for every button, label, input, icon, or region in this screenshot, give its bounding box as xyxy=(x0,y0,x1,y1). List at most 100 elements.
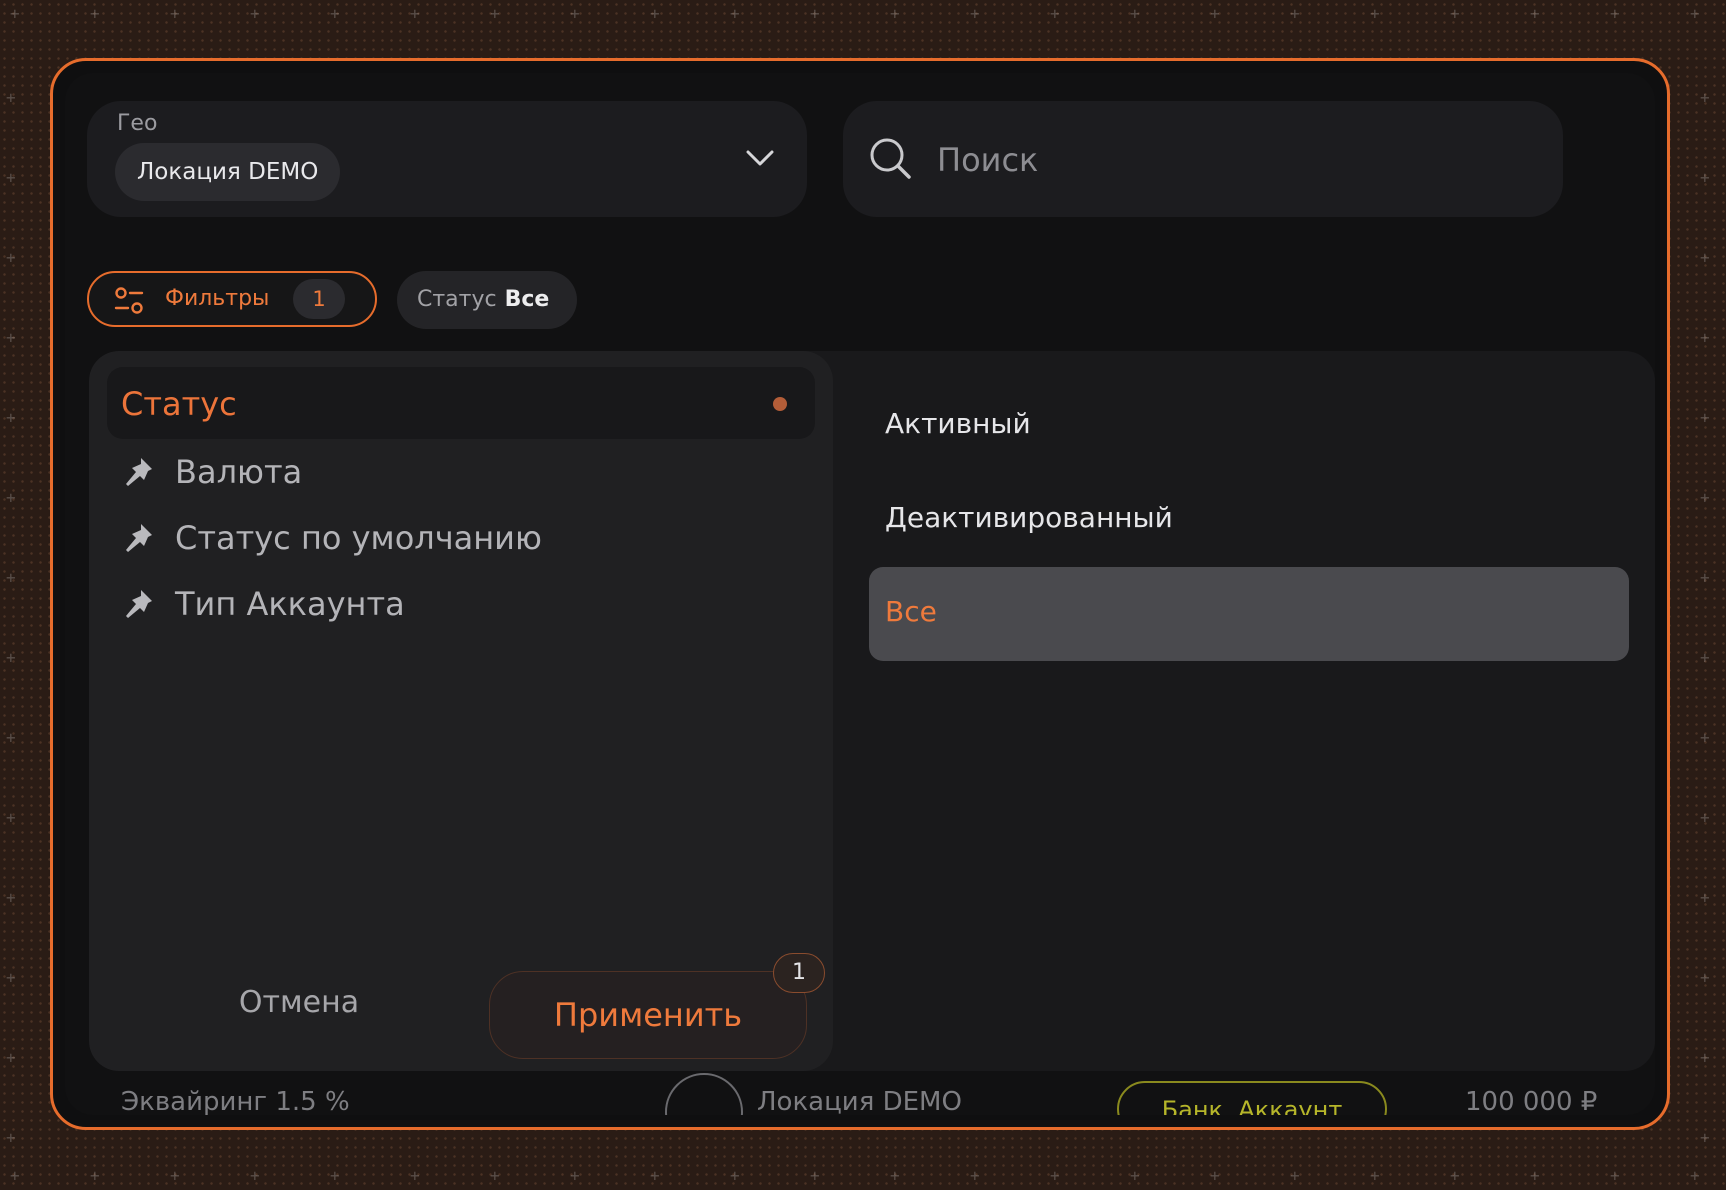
background-plus-mark: + xyxy=(570,4,580,23)
category-label: Статус по умолчанию xyxy=(175,519,542,557)
option-all[interactable]: Все xyxy=(869,567,1629,661)
background-plus-mark: + xyxy=(1210,1166,1220,1185)
background-plus-mark: + xyxy=(1700,328,1710,347)
filter-panel: Статус Валюта Статус по умолчанию Тип Ак… xyxy=(89,351,1655,1071)
background-plus-mark: + xyxy=(1700,728,1710,747)
background-plus-mark: + xyxy=(90,4,100,23)
pin-icon[interactable] xyxy=(121,587,155,621)
category-label: Тип Аккаунта xyxy=(175,585,405,623)
background-plus-mark: + xyxy=(1130,1166,1140,1185)
background-plus-mark: + xyxy=(6,568,16,587)
background-plus-mark: + xyxy=(1610,4,1620,23)
background-plus-mark: + xyxy=(650,4,660,23)
background-plus-mark: + xyxy=(6,968,16,987)
geo-selected-chip[interactable]: Локация DEMO xyxy=(115,143,341,201)
device-frame: Гео Локация DEMO Поиск Фильтры 1 Статус … xyxy=(50,58,1670,1130)
category-default-status[interactable]: Статус по умолчанию xyxy=(107,501,815,573)
pin-icon[interactable] xyxy=(121,521,155,555)
filters-label: Фильтры xyxy=(165,286,270,311)
background-plus-mark: + xyxy=(1700,248,1710,267)
background-plus-mark: + xyxy=(1700,968,1710,987)
background-plus-mark: + xyxy=(1700,808,1710,827)
search-box[interactable] xyxy=(843,101,1563,217)
background-plus-mark: + xyxy=(1690,1166,1700,1185)
background-plus-mark: + xyxy=(170,4,180,23)
option-active[interactable]: Активный xyxy=(869,379,1629,473)
background-plus-mark: + xyxy=(730,4,740,23)
background-plus-mark: + xyxy=(1700,568,1710,587)
filters-count-badge: 1 xyxy=(293,279,345,319)
category-label: Валюта xyxy=(175,453,303,491)
active-indicator-dot xyxy=(773,397,787,411)
background-plus-mark: + xyxy=(970,4,980,23)
background-plus-mark: + xyxy=(1290,4,1300,23)
background-plus-mark: + xyxy=(890,4,900,23)
filter-categories: Статус Валюта Статус по умолчанию Тип Ак… xyxy=(89,351,833,1071)
background-plus-mark: + xyxy=(1700,1048,1710,1067)
app-canvas: Гео Локация DEMO Поиск Фильтры 1 Статус … xyxy=(0,0,1726,1190)
row-location-text: Локация DEMO xyxy=(757,1087,962,1115)
status-filter-chip[interactable]: Статус Все xyxy=(397,271,578,329)
background-plus-mark: + xyxy=(1050,4,1060,23)
option-deactivated[interactable]: Деактивированный xyxy=(869,473,1629,567)
status-chip-value: Все xyxy=(504,287,550,312)
background-plus-mark: + xyxy=(6,488,16,507)
background-plus-mark: + xyxy=(6,728,16,747)
background-plus-mark: + xyxy=(1050,1166,1060,1185)
background-plus-mark: + xyxy=(1700,888,1710,907)
background-plus-mark: + xyxy=(1210,4,1220,23)
background-plus-mark: + xyxy=(10,1166,20,1185)
acquiring-text: Эквайринг 1.5 % xyxy=(121,1087,350,1115)
background-plus-mark: + xyxy=(1700,88,1710,107)
pin-icon[interactable] xyxy=(121,455,155,489)
background-plus-mark: + xyxy=(6,1048,16,1067)
background-plus-mark: + xyxy=(1530,4,1540,23)
background-plus-mark: + xyxy=(1450,1166,1460,1185)
category-currency[interactable]: Валюта xyxy=(107,435,815,507)
apply-button[interactable]: Применить xyxy=(489,971,807,1059)
background-plus-mark: + xyxy=(6,328,16,347)
background-plus-mark: + xyxy=(490,1166,500,1185)
background-plus-mark: + xyxy=(90,1166,100,1185)
location-avatar xyxy=(665,1073,743,1115)
background-plus-mark: + xyxy=(970,1166,980,1185)
background-plus-mark: + xyxy=(1130,4,1140,23)
background-plus-mark: + xyxy=(6,808,16,827)
background-plus-mark: + xyxy=(650,1166,660,1185)
filters-button[interactable]: Фильтры 1 xyxy=(87,271,377,327)
background-plus-mark: + xyxy=(1700,488,1710,507)
geo-label: Гео xyxy=(117,111,158,136)
background-plus-mark: + xyxy=(170,1166,180,1185)
chevron-down-icon[interactable] xyxy=(743,141,777,175)
background-plus-mark: + xyxy=(490,4,500,23)
row-amount: 100 000 ₽ xyxy=(1465,1087,1598,1115)
background-plus-mark: + xyxy=(1290,1166,1300,1185)
option-label: Все xyxy=(885,595,937,628)
option-label: Активный xyxy=(885,407,1031,440)
account-type-badge: Банк. Аккаунт xyxy=(1117,1081,1387,1115)
background-plus-mark: + xyxy=(6,88,16,107)
sliders-icon xyxy=(114,287,144,314)
background-plus-mark: + xyxy=(6,248,16,267)
background-plus-mark: + xyxy=(330,4,340,23)
background-plus-mark: + xyxy=(1700,168,1710,187)
background-plus-mark: + xyxy=(250,1166,260,1185)
cancel-button[interactable]: Отмена xyxy=(199,971,399,1035)
screen: Гео Локация DEMO Поиск Фильтры 1 Статус … xyxy=(65,73,1655,1115)
background-plus-mark: + xyxy=(10,4,20,23)
search-input[interactable] xyxy=(935,131,1519,189)
background-plus-mark: + xyxy=(250,4,260,23)
background-plus-mark: + xyxy=(1450,4,1460,23)
category-status[interactable]: Статус xyxy=(107,367,815,439)
background-plus-mark: + xyxy=(6,168,16,187)
background-plus-mark: + xyxy=(6,888,16,907)
background-plus-mark: + xyxy=(1700,408,1710,427)
background-plus-mark: + xyxy=(890,1166,900,1185)
background-plus-mark: + xyxy=(1690,4,1700,23)
background-plus-mark: + xyxy=(1700,648,1710,667)
background-plus-mark: + xyxy=(810,1166,820,1185)
geo-selector[interactable]: Гео Локация DEMO xyxy=(87,101,807,217)
option-label: Деактивированный xyxy=(885,501,1173,534)
background-plus-mark: + xyxy=(6,1128,16,1147)
category-account-type[interactable]: Тип Аккаунта xyxy=(107,567,815,639)
